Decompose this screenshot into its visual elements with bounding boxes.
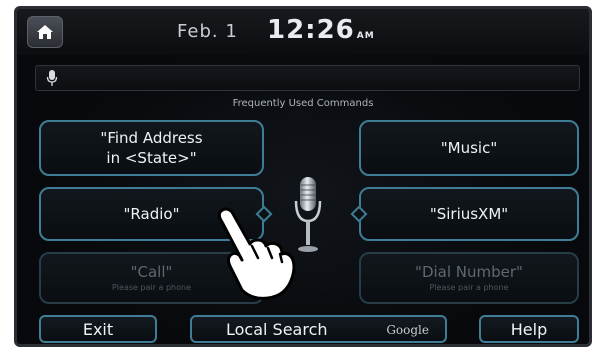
- microphone-icon: [46, 70, 58, 86]
- local-search-button[interactable]: Local Search Google: [190, 315, 447, 343]
- button-label: Help: [510, 319, 548, 339]
- command-label: in <State>": [106, 149, 197, 167]
- home-icon: [37, 25, 53, 39]
- status-bar: Feb. 1 12:26 AM: [17, 9, 589, 55]
- command-label: "Call": [130, 263, 173, 281]
- command-label: "Music": [440, 139, 498, 157]
- google-logo: Google: [386, 323, 429, 337]
- ampm-indicator: AM: [356, 31, 375, 41]
- home-button[interactable]: [27, 16, 63, 48]
- button-label: Exit: [82, 319, 114, 339]
- command-label: "SiriusXM": [429, 205, 509, 223]
- time-value: 12:26: [267, 15, 355, 45]
- command-sublabel: Please pair a phone: [111, 283, 192, 292]
- button-label: Local Search: [226, 319, 328, 339]
- pointing-hand-icon: [217, 207, 296, 300]
- command-siriusxm[interactable]: "SiriusXM": [359, 187, 579, 241]
- command-music[interactable]: "Music": [359, 120, 579, 176]
- voice-input-bar: [35, 65, 580, 91]
- date-display: Feb. 1: [177, 21, 238, 42]
- clock: 12:26 AM: [267, 15, 375, 45]
- infotainment-screen: Feb. 1 12:26 AM Frequently Used Commands …: [14, 6, 592, 347]
- command-label: "Find Address: [100, 129, 203, 147]
- command-dial-number[interactable]: "Dial Number" Please pair a phone: [359, 252, 579, 304]
- section-title: Frequently Used Commands: [232, 98, 374, 109]
- help-button[interactable]: Help: [479, 315, 579, 343]
- command-label: "Radio": [123, 205, 180, 223]
- command-find-address[interactable]: "Find Address in <State>": [39, 120, 264, 176]
- command-sublabel: Please pair a phone: [429, 283, 509, 292]
- command-label: "Dial Number": [415, 263, 523, 281]
- exit-button[interactable]: Exit: [39, 315, 157, 343]
